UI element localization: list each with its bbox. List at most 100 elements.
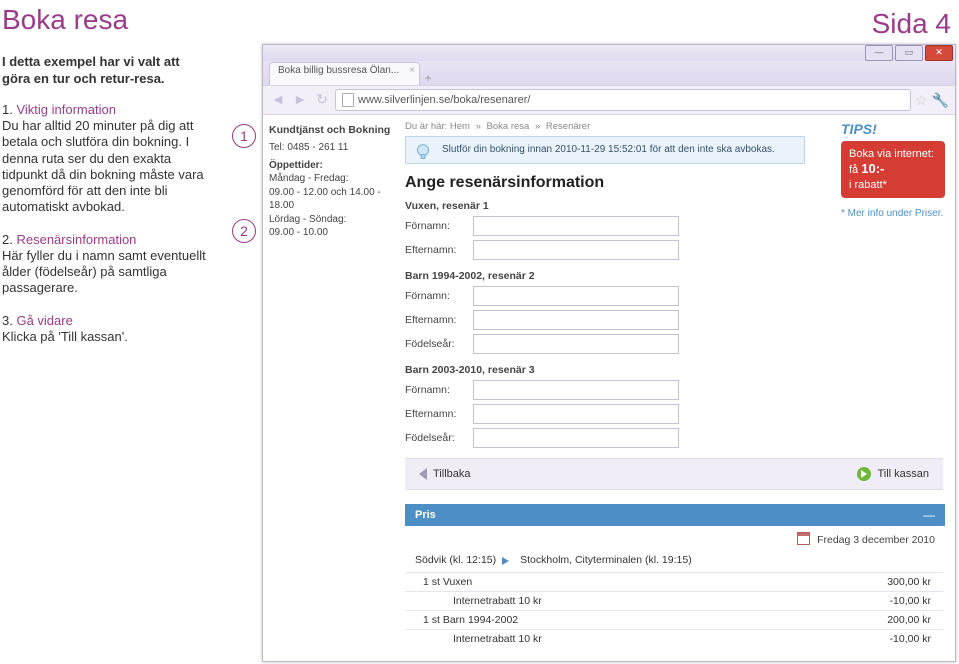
url-text: www.silverlinjen.se/boka/resenarer/ xyxy=(358,90,530,110)
field-label: Efternamn: xyxy=(405,314,473,326)
fornamn-input[interactable] xyxy=(473,216,679,236)
point-num: 1. xyxy=(2,102,13,117)
tab-strip: Boka billig bussresa Ölan... × + xyxy=(263,61,955,85)
instruction-1: 1. Viktig information Du har alltid 20 m… xyxy=(2,102,208,216)
next-label: Till kassan xyxy=(877,468,929,480)
breadcrumb-prefix: Du är här: xyxy=(405,121,447,132)
route-from: Södvik (kl. 12:15) xyxy=(415,554,496,566)
field-label: Efternamn: xyxy=(405,244,473,256)
passenger-block-2: Barn 1994-2002, resenär 2 Förnamn: Efter… xyxy=(405,270,805,354)
block-header: Barn 1994-2002, resenär 2 xyxy=(405,270,805,282)
price-row-value: 200,00 kr xyxy=(887,614,931,626)
tips-line1: Boka via internet: xyxy=(849,148,934,160)
maximize-button[interactable]: ▭ xyxy=(895,45,923,61)
browser-window: — ▭ ✕ Boka billig bussresa Ölan... × + ◄… xyxy=(262,44,956,662)
calendar-icon xyxy=(797,532,810,545)
tips-line2a: få xyxy=(849,164,861,176)
close-button[interactable]: ✕ xyxy=(925,45,953,61)
instruction-2: 2. Resenärsinformation Här fyller du i n… xyxy=(2,232,208,297)
point-num: 3. xyxy=(2,313,13,328)
back-label: Tillbaka xyxy=(433,468,471,480)
price-row: Internetrabatt 10 kr -10,00 kr xyxy=(405,591,943,610)
window-titlebar: — ▭ ✕ xyxy=(263,45,955,61)
alert-text: Slutför din bokning innan 2010-11-29 15:… xyxy=(442,144,775,155)
breadcrumb-home[interactable]: Hem xyxy=(450,121,470,132)
sidebar-open-label: Öppettider: xyxy=(269,159,399,173)
intro-text: I detta exempel har vi valt att göra en … xyxy=(2,54,208,88)
point-body: Du har alltid 20 minuter på dig att beta… xyxy=(2,118,204,214)
point-title: Resenärsinformation xyxy=(16,232,136,247)
tips-badge: Boka via internet: få 10:- i rabatt* xyxy=(841,141,945,198)
back-icon[interactable]: ◄ xyxy=(269,91,287,109)
fornamn-input[interactable] xyxy=(473,380,679,400)
sidebar-weekend-hours: 09.00 - 10.00 xyxy=(269,226,399,240)
reload-icon[interactable]: ↻ xyxy=(313,91,331,109)
price-row-label: Internetrabatt 10 kr xyxy=(423,595,542,607)
tips-amount: 10:- xyxy=(861,161,884,176)
url-field[interactable]: www.silverlinjen.se/boka/resenarer/ xyxy=(335,89,911,111)
page-number: Sida 4 xyxy=(872,8,951,40)
price-row: 1 st Vuxen300,00 kr xyxy=(405,572,943,591)
price-row-label: 1 st Barn 1994-2002 xyxy=(423,614,518,626)
settings-icon[interactable]: 🔧 xyxy=(932,92,949,109)
breadcrumb-sep: » xyxy=(535,121,540,132)
breadcrumb-boka[interactable]: Boka resa xyxy=(487,121,530,132)
price-header-label: Pris xyxy=(415,509,436,521)
tips-line2c: i rabatt* xyxy=(849,179,887,191)
field-label: Födelseår: xyxy=(405,432,473,444)
sidebar-weekday-hours: 09.00 - 12.00 och 14.00 - 18.00 xyxy=(269,186,399,213)
price-date-text: Fredag 3 december 2010 xyxy=(817,534,935,546)
collapse-icon[interactable]: — xyxy=(923,508,935,522)
price-row: 1 st Barn 1994-2002 200,00 kr xyxy=(405,610,943,629)
arrow-left-icon xyxy=(419,468,427,480)
breadcrumb: Du är här: Hem » Boka resa » Resenärer xyxy=(405,121,805,132)
breadcrumb-resenarer: Resenärer xyxy=(546,121,590,132)
efternamn-input[interactable] xyxy=(473,404,679,424)
next-button[interactable]: Till kassan xyxy=(853,465,933,483)
browser-tab[interactable]: Boka billig bussresa Ölan... × xyxy=(269,62,420,85)
field-label: Födelseår: xyxy=(405,338,473,350)
point-num: 2. xyxy=(2,232,13,247)
arrow-right-icon xyxy=(857,467,871,481)
efternamn-input[interactable] xyxy=(473,240,679,260)
efternamn-input[interactable] xyxy=(473,310,679,330)
fodelsear-input[interactable] xyxy=(473,334,679,354)
tips-link[interactable]: * Mer info under Priser. xyxy=(841,208,945,219)
new-tab-button[interactable]: + xyxy=(420,71,436,85)
price-date: Fredag 3 december 2010 xyxy=(405,526,945,552)
price-row-value: -10,00 kr xyxy=(890,633,931,645)
route-to: Stockholm, Cityterminalen (kl. 19:15) xyxy=(520,554,692,566)
section-heading: Ange resenärsinformation xyxy=(405,174,805,192)
field-label: Efternamn: xyxy=(405,408,473,420)
back-button[interactable]: Tillbaka xyxy=(415,466,475,482)
minimize-button[interactable]: — xyxy=(865,45,893,61)
price-row: Internetrabatt 10 kr-10,00 kr xyxy=(405,629,943,648)
route-arrow-icon xyxy=(502,555,514,565)
sidebar-weekend-label: Lördag - Söndag: xyxy=(269,213,399,227)
fodelsear-input[interactable] xyxy=(473,428,679,448)
price-header-bar[interactable]: Pris — xyxy=(405,504,945,526)
callout-1: 1 xyxy=(232,124,256,148)
price-table: 1 st Vuxen300,00 kr Internetrabatt 10 kr… xyxy=(405,572,943,648)
point-title: Viktig information xyxy=(16,102,115,117)
tips-box: TIPS! Boka via internet: få 10:- i rabat… xyxy=(841,121,945,219)
tab-close-icon[interactable]: × xyxy=(409,65,415,76)
callout-2: 2 xyxy=(232,219,256,243)
field-label: Förnamn: xyxy=(405,220,473,232)
fornamn-input[interactable] xyxy=(473,286,679,306)
point-body: Här fyller du i namn samt eventuellt åld… xyxy=(2,248,206,296)
price-row-value: -10,00 kr xyxy=(890,595,931,607)
page-title: Boka resa xyxy=(0,4,959,36)
field-label: Förnamn: xyxy=(405,384,473,396)
sidebar-heading: Kundtjänst och Bokning xyxy=(269,123,399,137)
sidebar-weekday-label: Måndag - Fredag: xyxy=(269,172,399,186)
website-sidebar: Kundtjänst och Bokning Tel: 0485 - 261 1… xyxy=(263,115,405,662)
tips-title: TIPS! xyxy=(841,121,945,137)
breadcrumb-sep: » xyxy=(476,121,481,132)
field-label: Förnamn: xyxy=(405,290,473,302)
forward-icon[interactable]: ► xyxy=(291,91,309,109)
instruction-3: 3. Gå vidare Klicka på 'Till kassan'. xyxy=(2,313,208,346)
sidebar-tel: Tel: 0485 - 261 11 xyxy=(269,141,399,155)
site-icon xyxy=(342,93,354,107)
bookmark-icon[interactable]: ☆ xyxy=(915,92,928,109)
